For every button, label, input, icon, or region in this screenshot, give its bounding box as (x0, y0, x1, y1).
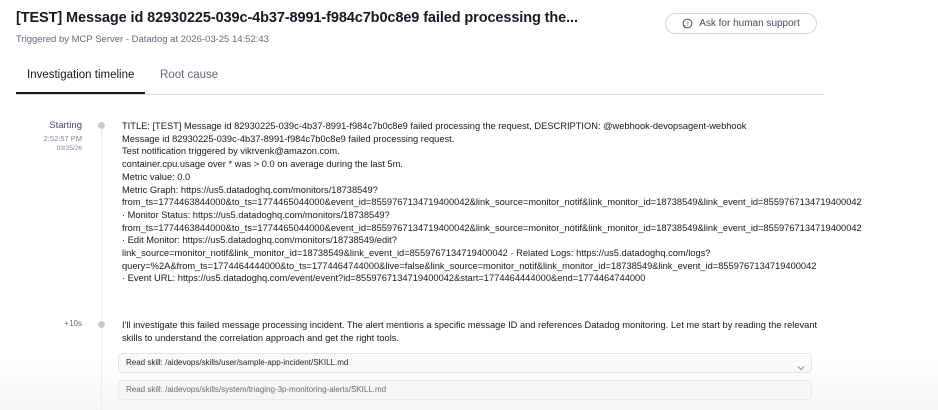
entry-line: Message id 82930225-039c-4b37-8991-f984c… (122, 133, 455, 144)
entry-line: · Monitor Status: https://us5.datadoghq.… (122, 209, 390, 220)
entry-line: Metric value: 0.0 (122, 171, 191, 182)
entry-date: 03/25/26 (56, 145, 82, 152)
entry-line: Test notification triggered by vikrvenk@… (122, 146, 340, 157)
tab-investigation-timeline[interactable]: Investigation timeline (27, 69, 134, 81)
timeline-dot (98, 122, 105, 129)
skill-step-label: Read skill: /aidevops/skills/system/tria… (126, 385, 387, 394)
read-skill-step[interactable]: Read skill: /aidevops/skills/user/sample… (118, 353, 812, 373)
ask-human-support-button[interactable]: ? Ask for human support (665, 13, 817, 34)
timeline-entry-content: TITLE: [TEST] Message id 82930225-039c-4… (122, 120, 934, 285)
read-skill-step[interactable]: Read skill: /aidevops/skills/system/tria… (118, 380, 812, 400)
trigger-info: Triggered by MCP Server - Datadog at 202… (16, 34, 269, 45)
support-button-label: Ask for human support (699, 18, 800, 29)
entry-line: query=%2A&from_ts=1774464444000&to_ts=17… (122, 260, 817, 271)
skill-step-label: Read skill: /aidevops/skills/user/sample… (126, 358, 349, 367)
entry-line: TITLE: [TEST] Message id 82930225-039c-4… (122, 121, 747, 131)
page-header: [TEST] Message id 82930225-039c-4b37-899… (16, 10, 656, 45)
entry-line: container.cpu.usage over * was > 0.0 on … (122, 159, 403, 170)
timeline-entry-content: I'll investigate this failed message pro… (122, 320, 818, 343)
entry-line: Metric Graph: https://us5.datadoghq.com/… (122, 184, 378, 195)
timeline-dot (98, 321, 105, 328)
entry-line: from_ts=1774463844000&to_ts=177446504400… (122, 222, 862, 233)
entry-line: from_ts=1774463844000&to_ts=177446504400… (122, 197, 862, 208)
active-tab-indicator (16, 92, 145, 94)
entry-time: 2:52:57 PM (43, 134, 82, 143)
chat-bubble-icon: ? (682, 18, 693, 29)
timeline-connector (101, 124, 102, 410)
investigation-page: [TEST] Message id 82930225-039c-4b37-899… (0, 0, 938, 410)
timeline-entry-meta: Starting 2:52:57 PM 03/25/26 (12, 120, 82, 152)
timeline-entry-meta: +10s (12, 319, 82, 328)
tab-bar: Investigation timeline Root cause (16, 62, 824, 95)
entry-line: · Event URL: https://us5.datadoghq.com/e… (122, 273, 646, 284)
tab-root-cause[interactable]: Root cause (160, 69, 218, 81)
chevron-down-icon[interactable] (797, 360, 805, 378)
entry-label: +10s (64, 319, 82, 328)
entry-line: link_source=monitor_notif&link_monitor_i… (122, 248, 711, 259)
entry-line: · Edit Monitor: https://us5.datadoghq.co… (122, 235, 397, 246)
svg-text:?: ? (686, 22, 689, 28)
page-title: [TEST] Message id 82930225-039c-4b37-899… (16, 10, 578, 26)
entry-label: Starting (49, 120, 82, 131)
